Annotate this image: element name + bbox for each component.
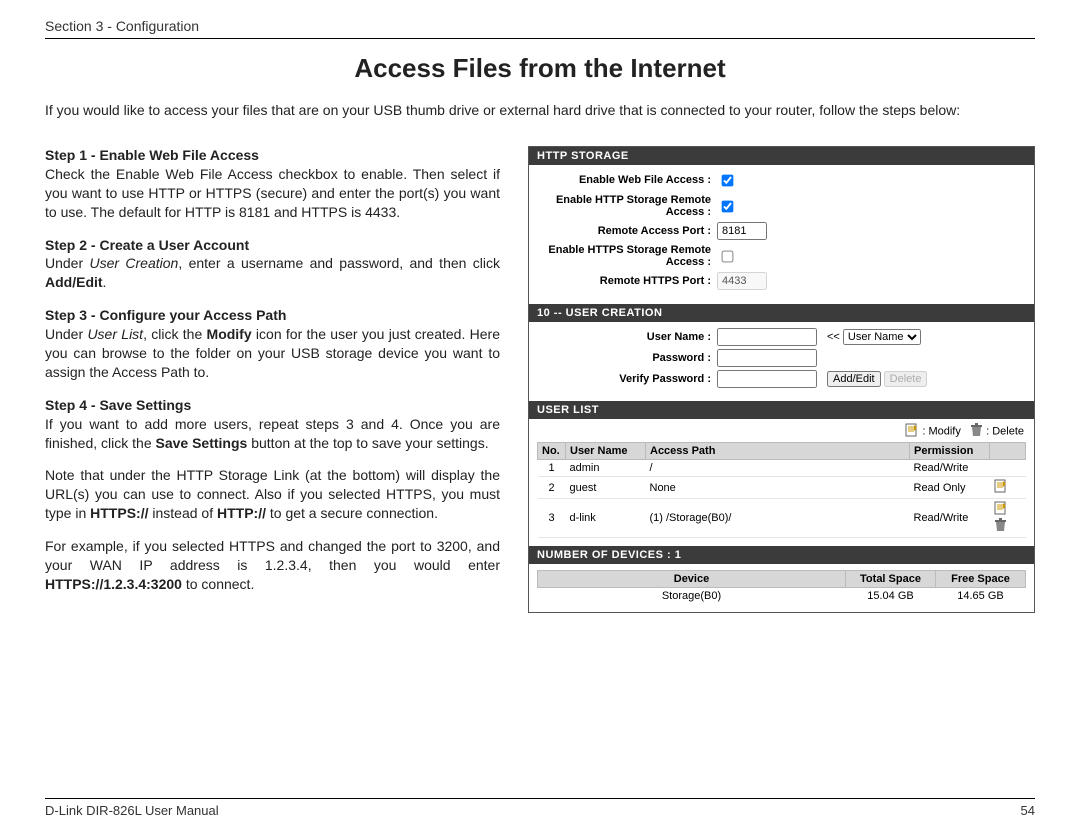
step2-ital: User Creation bbox=[90, 255, 179, 271]
step4-p2-b1: HTTPS:// bbox=[90, 505, 148, 521]
remote-https-port-input[interactable] bbox=[717, 272, 767, 290]
legend-delete-text: : Delete bbox=[986, 426, 1024, 438]
device-cell: Storage(B0) bbox=[538, 588, 846, 605]
dev-header-total: Total Space bbox=[846, 571, 936, 588]
user-creation-bar: 10 -- USER CREATION bbox=[529, 304, 1034, 322]
step4-p1-bold: Save Settings bbox=[156, 435, 248, 451]
enable-http-remote-checkbox[interactable] bbox=[722, 200, 734, 212]
user-no: 1 bbox=[538, 460, 566, 477]
step4-title: Step 4 - Save Settings bbox=[45, 397, 191, 413]
permission-cell: Read Only bbox=[910, 477, 990, 499]
user-name-select[interactable]: User Name bbox=[843, 329, 921, 345]
step4-p3-bold: HTTPS://1.2.3.4:3200 bbox=[45, 576, 182, 592]
user-name-cell: guest bbox=[566, 477, 646, 499]
ul-header-path: Access Path bbox=[646, 443, 910, 460]
http-storage-bar: HTTP STORAGE bbox=[529, 147, 1034, 165]
arrows-label: << bbox=[827, 331, 840, 343]
step4-p2-post: to get a secure connection. bbox=[266, 505, 438, 521]
user-no: 2 bbox=[538, 477, 566, 499]
step3-mid1: , click the bbox=[143, 326, 206, 342]
remote-https-port-label: Remote HTTPS Port : bbox=[537, 275, 717, 287]
actions-cell bbox=[990, 460, 1026, 477]
delete-icon bbox=[970, 423, 983, 440]
verify-password-label: Verify Password : bbox=[537, 373, 717, 385]
free-space-cell: 14.65 GB bbox=[936, 588, 1026, 605]
devices-table: Device Total Space Free Space Storage(B0… bbox=[537, 570, 1026, 604]
dev-header-device: Device bbox=[538, 571, 846, 588]
step4-p3-pre: For example, if you selected HTTPS and c… bbox=[45, 538, 500, 573]
verify-password-input[interactable] bbox=[717, 370, 817, 388]
user-no: 3 bbox=[538, 499, 566, 538]
legend-modify-text: : Modify bbox=[922, 426, 961, 438]
enable-https-remote-checkbox[interactable] bbox=[722, 250, 734, 262]
user-list-legend: : Modify : Delete bbox=[529, 419, 1034, 442]
step1-title: Step 1 - Enable Web File Access bbox=[45, 147, 259, 163]
delete-icon[interactable] bbox=[994, 523, 1007, 535]
ul-header-perm: Permission bbox=[910, 443, 990, 460]
header-rule bbox=[45, 38, 1035, 39]
step2-mid: , enter a username and password, and the… bbox=[178, 255, 500, 271]
table-row: 1admin/Read/Write bbox=[538, 460, 1026, 477]
intro-text: If you would like to access your files t… bbox=[45, 102, 1035, 118]
footer-manual: D-Link DIR-826L User Manual bbox=[45, 803, 219, 818]
step4-p2-b2: HTTP:// bbox=[217, 505, 266, 521]
page-title: Access Files from the Internet bbox=[45, 53, 1035, 84]
table-row: 3d-link(1) /Storage(B0)/Read/Write bbox=[538, 499, 1026, 538]
enable-http-remote-label: Enable HTTP Storage Remote Access : bbox=[537, 194, 717, 218]
ul-header-no: No. bbox=[538, 443, 566, 460]
password-label: Password : bbox=[537, 352, 717, 364]
enable-web-file-access-label: Enable Web File Access : bbox=[537, 174, 717, 186]
instructions-column: Step 1 - Enable Web File Access Check th… bbox=[45, 146, 500, 613]
enable-web-file-access-checkbox[interactable] bbox=[722, 175, 734, 187]
user-name-label: User Name : bbox=[537, 331, 717, 343]
step3-pre: Under bbox=[45, 326, 87, 342]
user-list-bar: USER LIST bbox=[529, 401, 1034, 419]
devices-bar: NUMBER OF DEVICES : 1 bbox=[529, 546, 1034, 564]
user-name-input[interactable] bbox=[717, 328, 817, 346]
delete-button[interactable]: Delete bbox=[884, 371, 928, 387]
password-input[interactable] bbox=[717, 349, 817, 367]
modify-icon bbox=[905, 423, 919, 440]
step2-pre: Under bbox=[45, 255, 90, 271]
modify-icon[interactable] bbox=[994, 484, 1008, 496]
router-config-panel: HTTP STORAGE Enable Web File Access : En… bbox=[528, 146, 1035, 613]
step2-bold: Add/Edit bbox=[45, 274, 103, 290]
permission-cell: Read/Write bbox=[910, 460, 990, 477]
user-list-table: No. User Name Access Path Permission 1ad… bbox=[537, 442, 1026, 538]
remote-access-port-label: Remote Access Port : bbox=[537, 225, 717, 237]
total-space-cell: 15.04 GB bbox=[846, 588, 936, 605]
step3-title: Step 3 - Configure your Access Path bbox=[45, 307, 286, 323]
step2-end: . bbox=[103, 274, 107, 290]
remote-access-port-input[interactable] bbox=[717, 222, 767, 240]
permission-cell: Read/Write bbox=[910, 499, 990, 538]
enable-https-remote-label: Enable HTTPS Storage Remote Access : bbox=[537, 244, 717, 268]
table-row: Storage(B0)15.04 GB14.65 GB bbox=[538, 588, 1026, 605]
footer-rule bbox=[45, 798, 1035, 799]
step3-bold: Modify bbox=[207, 326, 252, 342]
step4-p1-post: button at the top to save your settings. bbox=[247, 435, 488, 451]
step2-title: Step 2 - Create a User Account bbox=[45, 237, 249, 253]
step4-p2-mid: instead of bbox=[148, 505, 217, 521]
section-header: Section 3 - Configuration bbox=[45, 18, 1035, 34]
ul-header-user: User Name bbox=[566, 443, 646, 460]
access-path-cell: (1) /Storage(B0)/ bbox=[646, 499, 910, 538]
step4-p3-post: to connect. bbox=[182, 576, 254, 592]
step1-body: Check the Enable Web File Access checkbo… bbox=[45, 166, 500, 220]
user-name-cell: admin bbox=[566, 460, 646, 477]
table-row: 2guestNoneRead Only bbox=[538, 477, 1026, 499]
modify-icon[interactable] bbox=[994, 506, 1008, 518]
footer-page: 54 bbox=[1021, 803, 1035, 818]
user-name-cell: d-link bbox=[566, 499, 646, 538]
step3-ital: User List bbox=[87, 326, 143, 342]
access-path-cell: None bbox=[646, 477, 910, 499]
access-path-cell: / bbox=[646, 460, 910, 477]
actions-cell bbox=[990, 499, 1026, 538]
dev-header-free: Free Space bbox=[936, 571, 1026, 588]
actions-cell bbox=[990, 477, 1026, 499]
add-edit-button[interactable]: Add/Edit bbox=[827, 371, 881, 387]
